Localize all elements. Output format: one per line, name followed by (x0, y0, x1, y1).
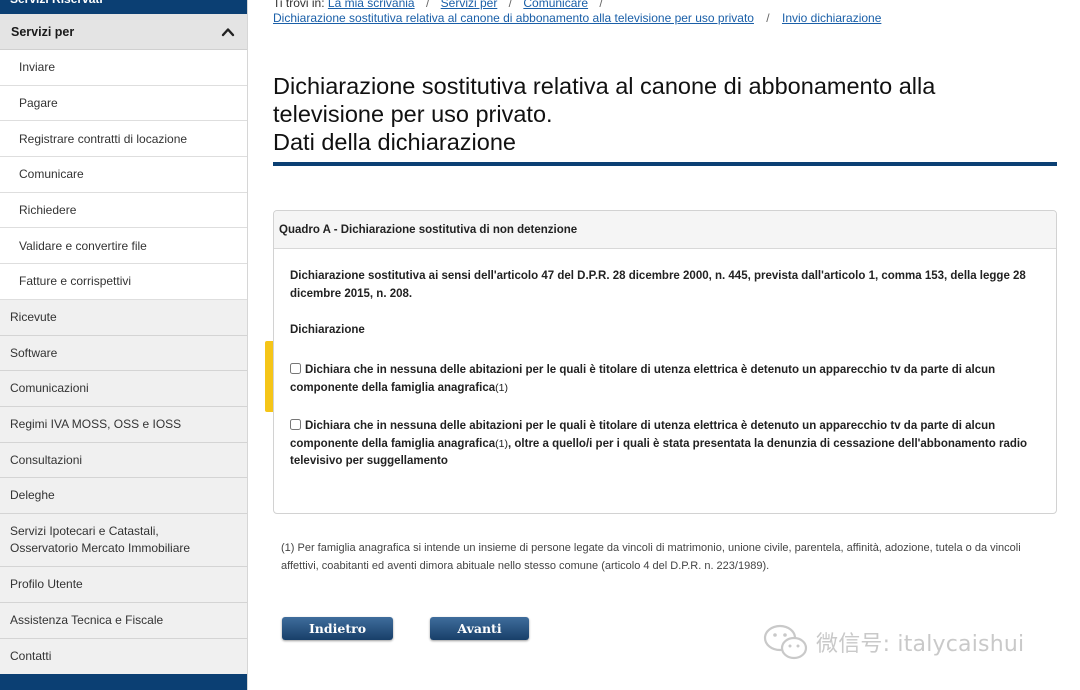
sidebar-item-assistenza[interactable]: Assistenza Tecnica e Fiscale (0, 602, 247, 639)
quadro-intro-text: Dichiarazione sostitutiva ai sensi dell'… (290, 270, 1026, 300)
option-2-checkbox[interactable] (290, 419, 301, 430)
sidebar-item-registrare-contratti[interactable]: Registrare contratti di locazione (0, 121, 247, 158)
quadro-a-header: Quadro A - Dichiarazione sostitutiva di … (274, 211, 1056, 249)
sidebar-item-servizi-ipotecari[interactable]: Servizi Ipotecari e Catastali, Osservato… (0, 514, 247, 568)
page-title-line-3: Dati della dichiarazione (273, 129, 516, 155)
breadcrumb-separator: / (425, 0, 430, 10)
footnote-text: Per famiglia anagrafica si intende un in… (281, 542, 1021, 572)
option-1-checkbox[interactable] (290, 363, 301, 374)
breadcrumb-link-comunicare[interactable]: Comunicare (523, 0, 588, 10)
page-title-line-1: Dichiarazione sostitutiva relativa al ca… (273, 73, 936, 99)
back-button[interactable]: Indietro (282, 617, 393, 640)
breadcrumb-link-invio[interactable]: Invio dichiarazione (782, 11, 881, 25)
sidebar-item-deleghe[interactable]: Deleghe (0, 478, 247, 515)
next-button[interactable]: Avanti (430, 617, 529, 640)
option-1-label[interactable]: Dichiara che in nessuna delle abitazioni… (290, 364, 995, 394)
option-1-footnote-ref: (1) (495, 381, 508, 394)
sidebar-top-label[interactable]: Servizi Riservati (0, 0, 247, 14)
page-title: Dichiarazione sostitutiva relativa al ca… (273, 72, 1057, 156)
page-title-line-2: televisione per uso privato. (273, 101, 553, 127)
sidebar-item-profilo-utente[interactable]: Profilo Utente (0, 567, 247, 603)
breadcrumb-link-servizi-per[interactable]: Servizi per (441, 0, 498, 10)
sidebar-item-inviare[interactable]: Inviare (0, 50, 247, 86)
sidebar-submenu: Inviare Pagare Registrare contratti di l… (0, 50, 247, 300)
option-2-footnote-ref: (1) (495, 437, 508, 450)
sidebar-section-servizi-per[interactable]: Servizi per (0, 14, 247, 50)
breadcrumb-separator: / (508, 0, 513, 10)
option-1: Dichiara che in nessuna delle abitazioni… (290, 362, 1030, 397)
sidebar-item-pagare[interactable]: Pagare (0, 86, 247, 122)
footnote-marker: (1) (281, 542, 295, 554)
option-2: Dichiara che in nessuna delle abitazioni… (290, 418, 1030, 471)
sidebar-bottom-bar (0, 674, 247, 690)
breadcrumb-link-dichiarazione[interactable]: Dichiarazione sostitutiva relativa al ca… (273, 11, 754, 25)
wechat-icon (763, 624, 808, 660)
sidebar-item-comunicare[interactable]: Comunicare (0, 157, 247, 193)
breadcrumb-link-scrivania[interactable]: La mia scrivania (328, 0, 415, 10)
breadcrumb-prefix: Ti trovi in: (273, 0, 325, 10)
sidebar-item-fatture[interactable]: Fatture e corrispettivi (0, 264, 247, 300)
sidebar: Servizi Riservati Servizi per Inviare Pa… (0, 0, 248, 690)
sidebar-item-consultazioni[interactable]: Consultazioni (0, 442, 247, 479)
chevron-up-icon[interactable] (221, 25, 235, 39)
sidebar-item-richiedere[interactable]: Richiedere (0, 193, 247, 229)
breadcrumb-row-2: Dichiarazione sostitutiva relativa al ca… (273, 11, 881, 25)
watermark: 微信号: italycaishui (762, 622, 1024, 662)
sidebar-menu: Ricevute Software Comunicazioni Regimi I… (0, 300, 247, 675)
sidebar-item-ricevute[interactable]: Ricevute (0, 300, 247, 336)
sidebar-item-comunicazioni[interactable]: Comunicazioni (0, 371, 247, 408)
sidebar-item-contatti[interactable]: Contatti (0, 638, 247, 675)
breadcrumb-separator: / (766, 11, 770, 25)
title-underline (273, 162, 1057, 166)
sidebar-section-label: Servizi per (11, 24, 75, 39)
dichiarazione-label: Dichiarazione (290, 324, 365, 336)
sidebar-item-software[interactable]: Software (0, 335, 247, 372)
watermark-text: 微信号: italycaishui (816, 632, 1025, 657)
sidebar-item-regimi-iva[interactable]: Regimi IVA MOSS, OSS e IOSS (0, 407, 247, 443)
breadcrumb-separator: / (599, 0, 603, 10)
sidebar-item-validare[interactable]: Validare e convertire file (0, 228, 247, 265)
footnote: (1) Per famiglia anagrafica si intende u… (281, 540, 1046, 575)
